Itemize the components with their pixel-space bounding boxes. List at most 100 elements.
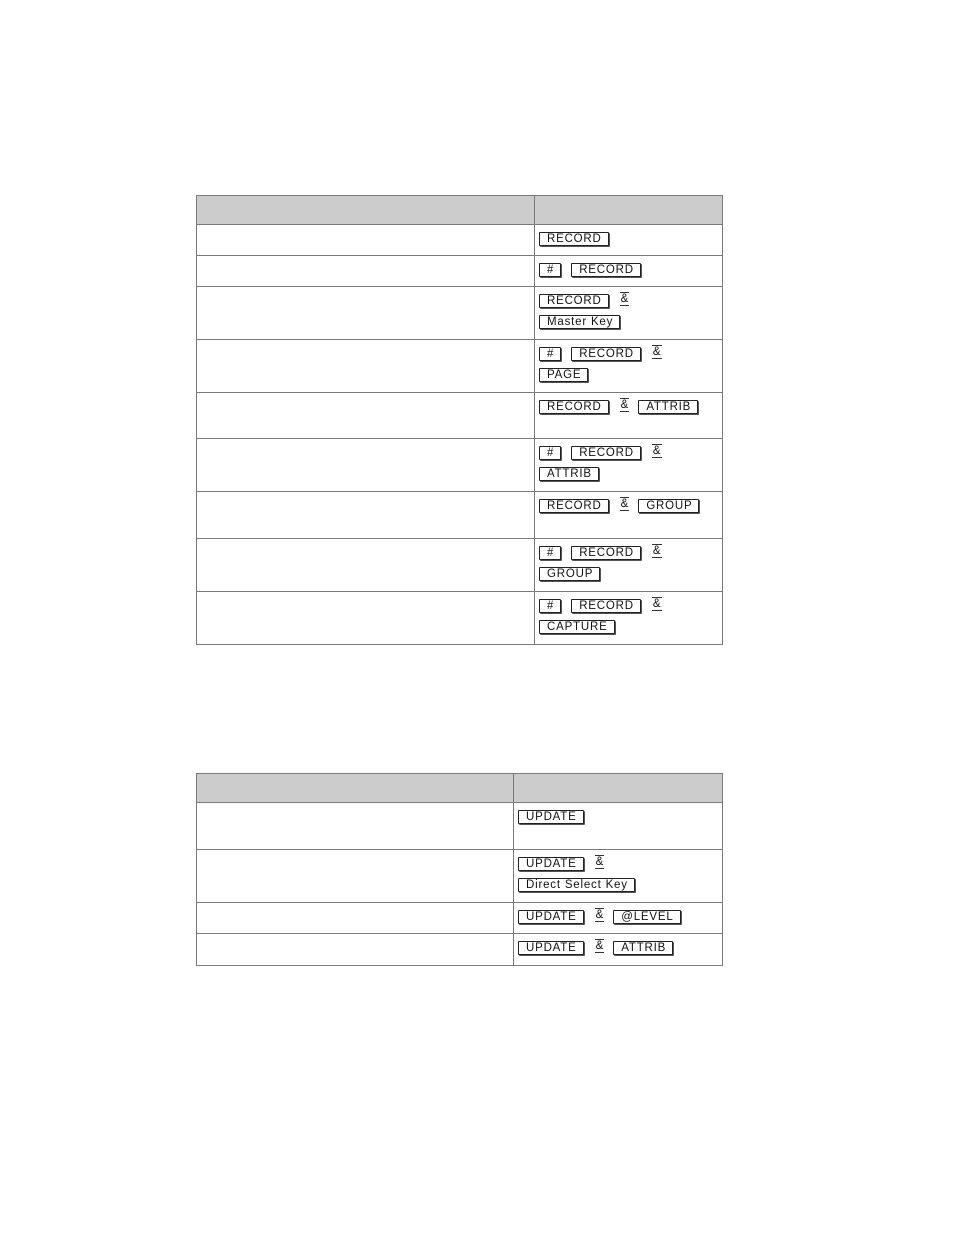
and-then-symbol: & [651,444,662,458]
keycap-record: RECORD [571,546,641,560]
keycap-record: RECORD [571,263,641,277]
key-sequence-line: RECORD [539,232,722,253]
keycap-record: RECORD [571,446,641,460]
row-description [196,224,535,256]
and-then-symbol: & [619,292,630,306]
table-row: # RECORD & ATTRIB [196,438,723,492]
row-description [196,591,535,645]
row-key-sequence: UPDATE [513,802,723,850]
keycap-record: RECORD [571,347,641,361]
and-then-symbol: & [651,345,662,359]
table-row: UPDATE [196,802,723,850]
key-sequence-line: # RECORD & [539,544,722,567]
key-sequence-line: UPDATE & [518,855,722,878]
row-key-sequence: UPDATE & Direct Select Key [513,849,723,903]
row-description [196,438,535,492]
keycap-group: GROUP [539,567,601,581]
table-row: # RECORD & PAGE [196,339,723,393]
key-sequence-line: # RECORD [539,263,722,284]
row-key-sequence: # RECORD & PAGE [534,339,723,393]
row-description [196,392,535,439]
and-then-symbol: & [619,398,630,412]
row-key-sequence: # RECORD & ATTRIB [534,438,723,492]
keycap-record: RECORD [539,294,609,308]
header-keys [534,195,723,225]
and-then-symbol: & [619,497,630,511]
table-row: UPDATE & @LEVEL [196,902,723,934]
keycap-attrib: ATTRIB [613,941,674,955]
row-key-sequence: UPDATE & @LEVEL [513,902,723,934]
keycap-hash: # [539,263,562,277]
header-description [196,195,535,225]
keycap-record: RECORD [571,599,641,613]
keycap-record: RECORD [539,232,609,246]
key-sequence-line: RECORD & GROUP [539,497,722,520]
and-then-symbol: & [594,939,605,953]
keycap-page: PAGE [539,368,589,382]
key-sequence-line: Direct Select Key [518,878,722,899]
key-sequence-line: Master Key [539,315,722,336]
table-row: UPDATE & ATTRIB [196,933,723,966]
key-sequence-line: # RECORD & [539,444,722,467]
key-sequence-line: PAGE [539,368,722,389]
row-key-sequence: RECORD & Master Key [534,286,723,340]
table-row: RECORD & Master Key [196,286,723,340]
header-keys [513,773,723,803]
keycap-capture: CAPTURE [539,620,615,634]
record-keys-table: RECORD # RECORD RECORD & Master Key # RECORD & PA… [196,195,723,645]
table-row: # RECORD & CAPTURE [196,591,723,645]
and-then-symbol: & [594,908,605,922]
header-description [196,773,514,803]
key-sequence-line: UPDATE & @LEVEL [518,908,722,931]
row-description [196,255,535,287]
keycap-direct-select-key: Direct Select Key [518,878,635,892]
keycap-update: UPDATE [518,910,584,924]
keycap-record: RECORD [539,400,609,414]
row-description [196,933,514,966]
table-row: UPDATE & Direct Select Key [196,849,723,903]
keycap-record: RECORD [539,499,609,513]
and-then-symbol: & [594,855,605,869]
keycap-update: UPDATE [518,941,584,955]
keycap-hash: # [539,546,562,560]
table-header-row [196,773,723,803]
row-key-sequence: RECORD [534,224,723,256]
key-sequence-line: RECORD & [539,292,722,315]
row-key-sequence: # RECORD & GROUP [534,538,723,592]
table-row: RECORD & ATTRIB [196,392,723,439]
keycap-update: UPDATE [518,810,584,824]
table-row: RECORD & GROUP [196,491,723,539]
row-description [196,491,535,539]
row-description [196,902,514,934]
and-then-symbol: & [651,544,662,558]
table-header-row [196,195,723,225]
row-description [196,849,514,903]
keycap-attrib: ATTRIB [638,400,699,414]
keycap-level: @LEVEL [613,910,681,924]
row-description [196,538,535,592]
key-sequence-line: GROUP [539,567,722,588]
row-key-sequence: RECORD & ATTRIB [534,392,723,439]
table-row: # RECORD [196,255,723,287]
key-sequence-line: UPDATE [518,810,722,831]
key-sequence-line: ATTRIB [539,467,722,488]
and-then-symbol: & [651,597,662,611]
key-sequence-line: CAPTURE [539,620,722,641]
keycap-hash: # [539,347,562,361]
row-description [196,339,535,393]
keycap-update: UPDATE [518,857,584,871]
row-key-sequence: # RECORD & CAPTURE [534,591,723,645]
row-description [196,286,535,340]
row-key-sequence: UPDATE & ATTRIB [513,933,723,966]
row-key-sequence: RECORD & GROUP [534,491,723,539]
keycap-master-key: Master Key [539,315,621,329]
table-row: RECORD [196,224,723,256]
keycap-group: GROUP [638,499,700,513]
key-sequence-line: RECORD & ATTRIB [539,398,722,421]
keycap-attrib: ATTRIB [539,467,599,481]
table-row: # RECORD & GROUP [196,538,723,592]
keycap-hash: # [539,446,562,460]
row-description [196,802,514,850]
keycap-hash: # [539,599,562,613]
key-sequence-line: # RECORD & [539,345,722,368]
